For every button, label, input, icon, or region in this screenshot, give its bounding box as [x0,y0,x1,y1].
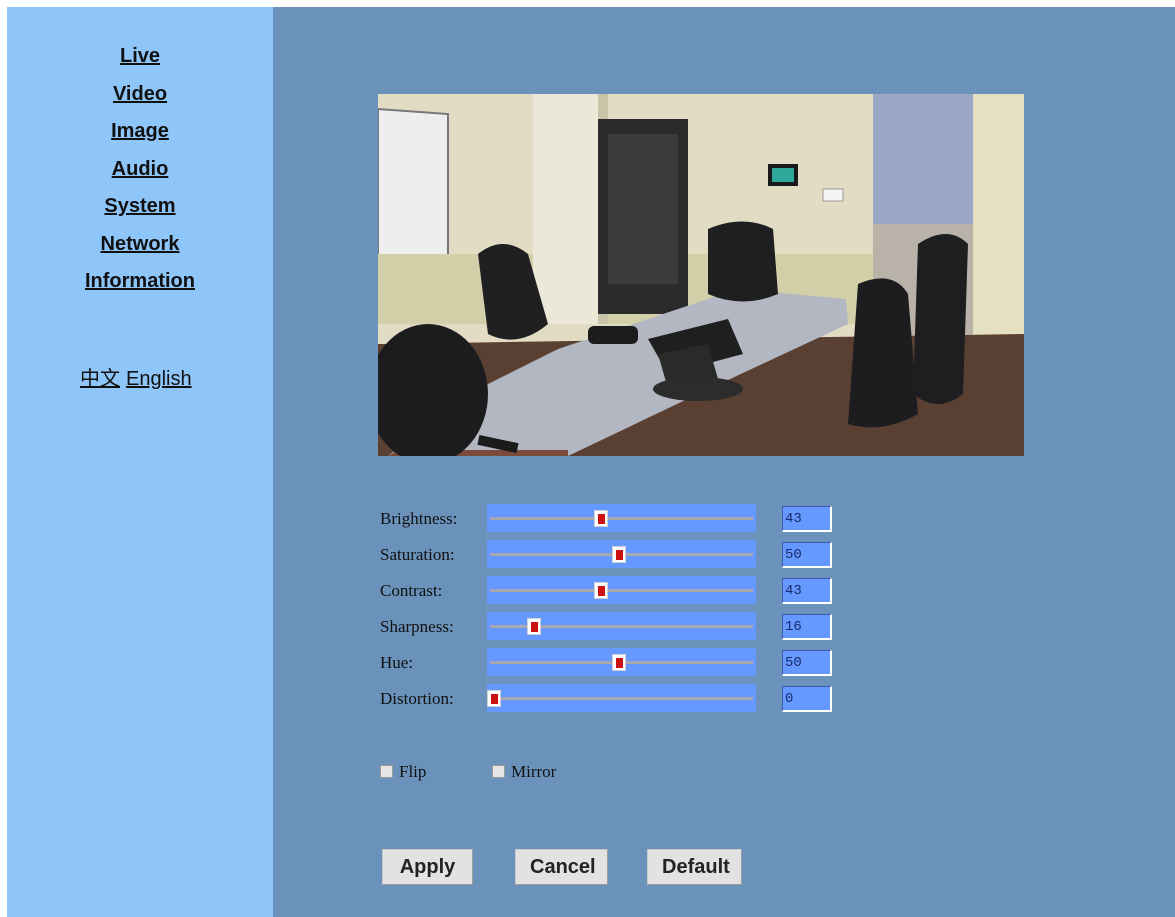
mirror-checkbox[interactable] [492,765,505,778]
saturation-slider[interactable] [487,540,756,568]
hue-slider[interactable] [487,648,756,676]
apply-button[interactable]: Apply [382,849,473,885]
sidebar-item-network: Network [7,231,273,269]
hue-slider-thumb[interactable] [611,654,626,671]
distortion-slider[interactable] [487,684,756,712]
saturation-value-field[interactable] [782,542,832,568]
sidebar-link-live[interactable]: Live [120,45,160,67]
camera-preview-image [378,94,1024,456]
contrast-value-field[interactable] [782,578,832,604]
sidebar-item-video: Video [7,81,273,119]
distortion-label: Distortion: [380,689,454,708]
default-button[interactable]: Default [647,849,742,885]
distortion-slider-thumb[interactable] [487,690,501,707]
distortion-value-field[interactable] [782,686,832,712]
brightness-slider-line [490,517,753,520]
sharpness-slider-thumb[interactable] [526,618,541,635]
sidebar-link-image[interactable]: Image [111,120,169,142]
sidebar: Live Video Image Audio System Network In… [7,7,273,917]
contrast-slider-line [490,589,753,592]
mirror-label: Mirror [511,762,557,781]
hue-label: Hue: [380,653,414,672]
sidebar-link-audio[interactable]: Audio [112,158,169,180]
brightness-value-field[interactable] [782,506,832,532]
sidebar-item-image: Image [7,118,273,156]
language-english-link[interactable]: English [126,368,192,390]
sidebar-item-audio: Audio [7,156,273,194]
contrast-label: Contrast: [380,581,443,600]
flip-option[interactable]: Flip [380,762,426,782]
mirror-option[interactable]: Mirror [492,762,556,782]
flip-checkbox[interactable] [380,765,393,778]
sidebar-link-system[interactable]: System [104,195,175,217]
sidebar-link-network[interactable]: Network [101,233,180,255]
sharpness-slider[interactable] [487,612,756,640]
brightness-slider-thumb[interactable] [594,510,609,527]
saturation-row: Saturation: [380,540,840,568]
contrast-slider[interactable] [487,576,756,604]
sidebar-item-live: Live [7,43,273,81]
brightness-row: Brightness: [380,504,840,532]
distortion-row: Distortion: [380,684,840,712]
sidebar-link-video[interactable]: Video [113,83,167,105]
sidebar-item-system: System [7,193,273,231]
distortion-slider-line [490,697,753,700]
sidebar-nav: Live Video Image Audio System Network In… [7,43,273,306]
language-switcher: 中文 English [80,362,192,391]
sharpness-value-field[interactable] [782,614,832,640]
saturation-label: Saturation: [380,545,455,564]
brightness-label: Brightness: [380,509,458,528]
sharpness-row: Sharpness: [380,612,840,640]
saturation-slider-thumb[interactable] [611,546,626,563]
camera-preview [378,94,1024,456]
hue-value-field[interactable] [782,650,832,676]
sidebar-item-information: Information [7,268,273,306]
sidebar-link-information[interactable]: Information [85,270,195,292]
contrast-row: Contrast: [380,576,840,604]
hue-row: Hue: [380,648,840,676]
sharpness-label: Sharpness: [380,617,454,636]
main-panel: Brightness: Saturation: Contrast: Sharpn… [273,7,1175,917]
contrast-slider-thumb[interactable] [594,582,609,599]
cancel-button[interactable]: Cancel [515,849,608,885]
language-chinese-link[interactable]: 中文 [80,368,120,390]
flip-label: Flip [399,762,427,781]
brightness-slider[interactable] [487,504,756,532]
